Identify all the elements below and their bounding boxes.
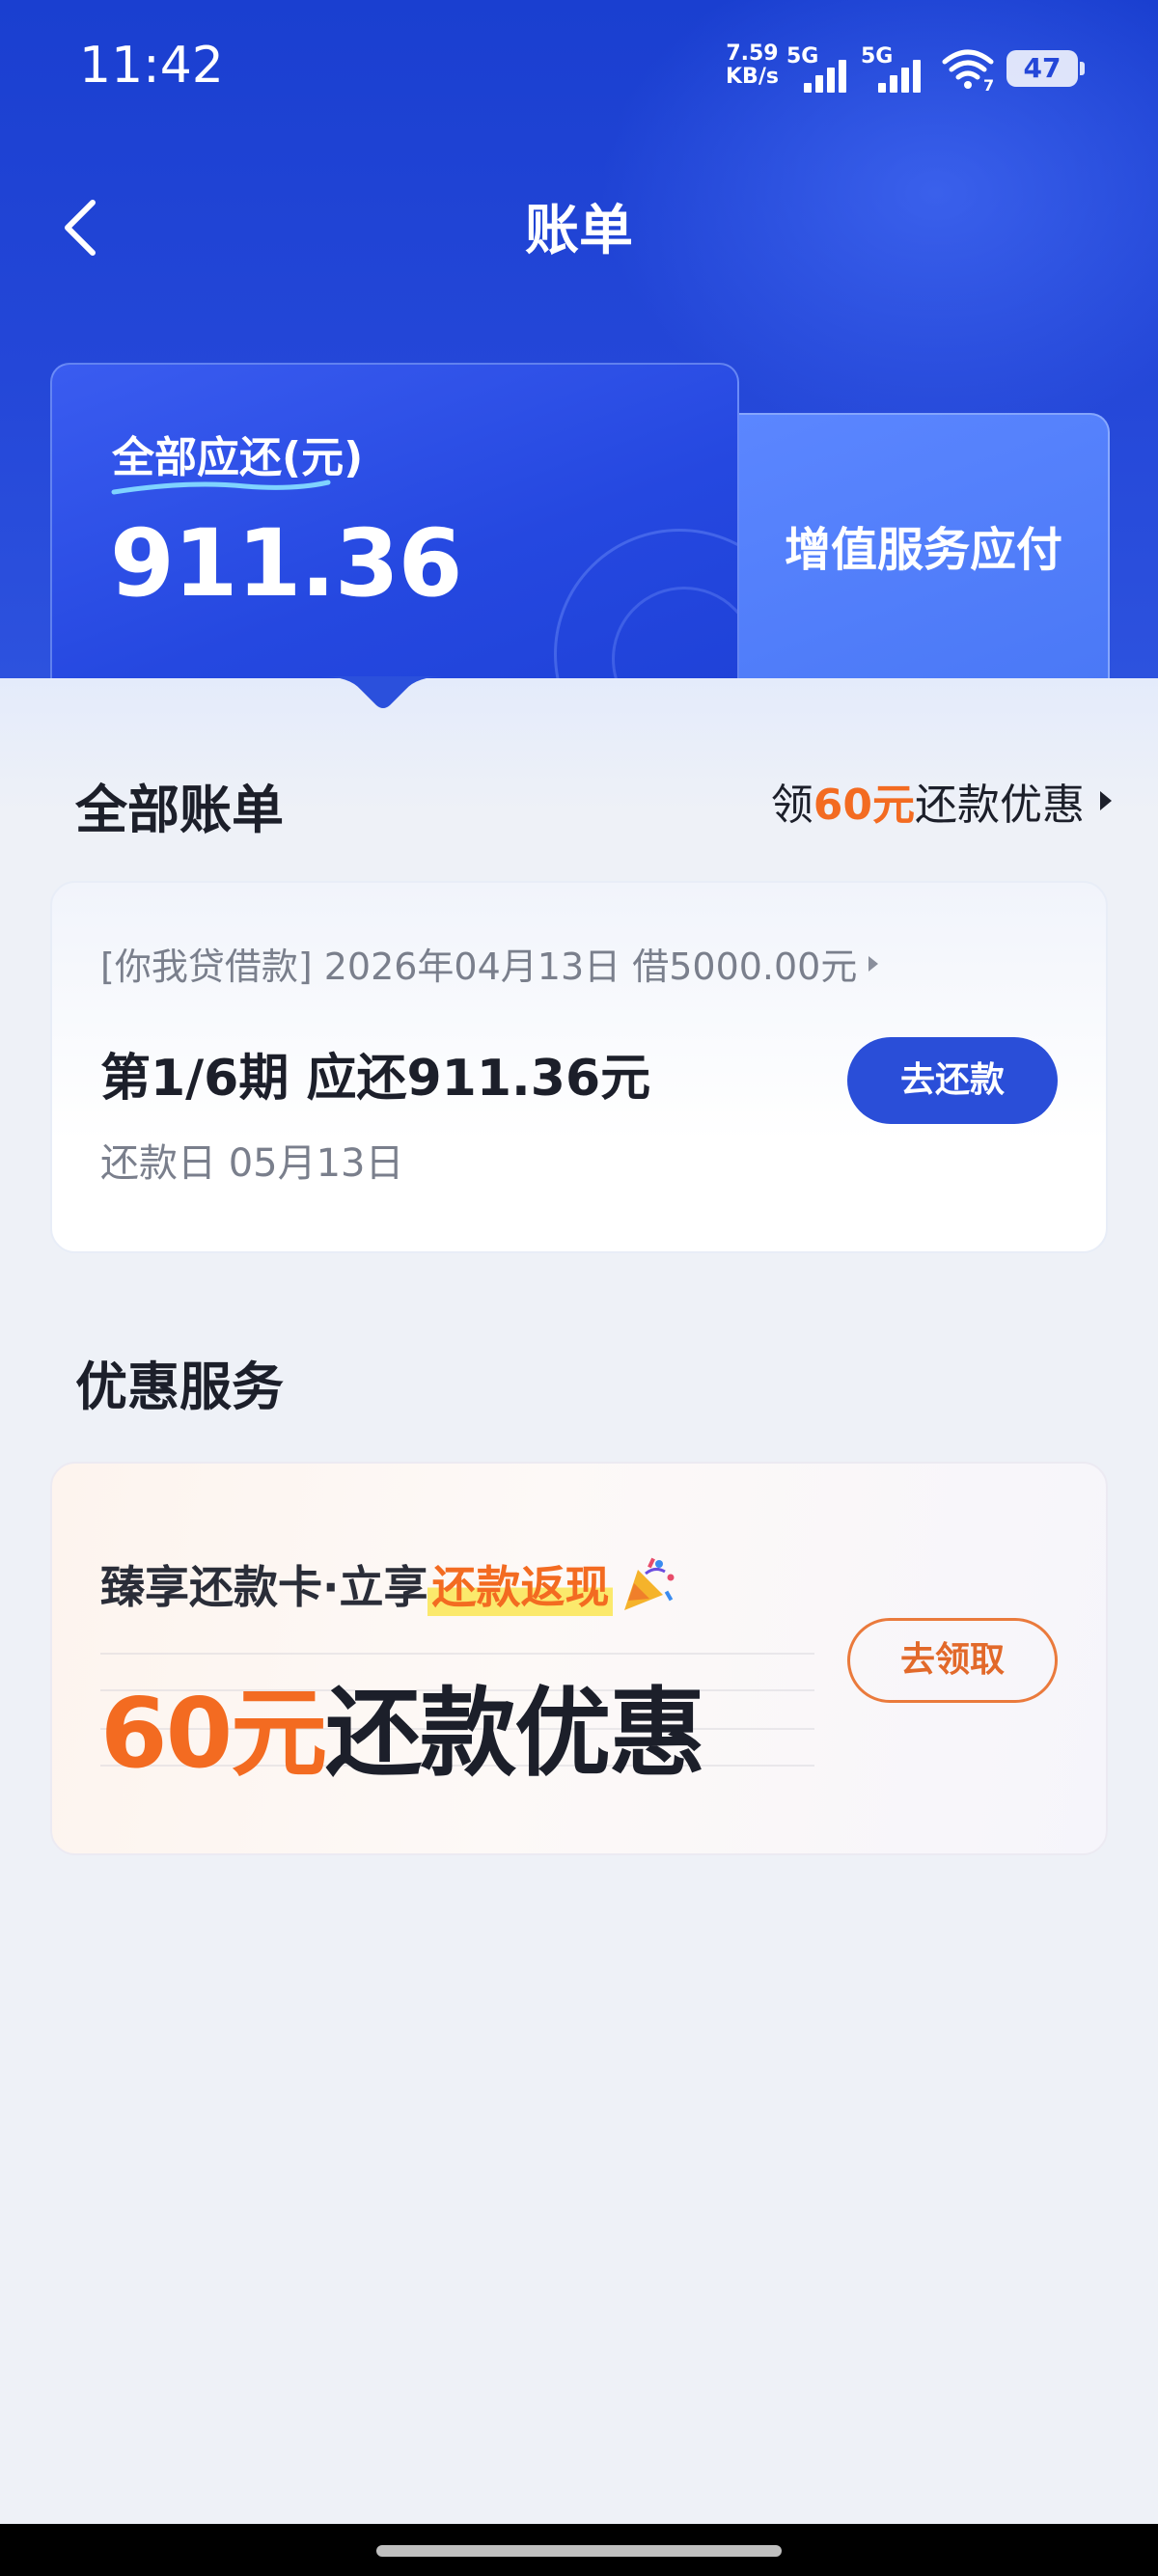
services-title: 优惠服务 <box>75 1357 284 1417</box>
network-speed: 7.59 KB/s <box>726 42 779 89</box>
offer-subtitle-highlight: 还款返现 <box>427 1552 614 1616</box>
offer-headline: 60元还款优惠 <box>100 1655 705 1795</box>
offer-text: 还款优惠 <box>325 1677 705 1790</box>
network-speed-unit: KB/s <box>726 65 779 89</box>
loan-info[interactable]: [你我贷借款] 2026年04月13日 借5000.00元 <box>100 937 879 990</box>
promo-amount: 60元 <box>813 781 915 830</box>
repayment-card-offer[interactable]: 臻享还款卡·立享 还款返现 60元还款优惠 去领取 <box>50 1462 1108 1855</box>
value-added-service-label: 增值服务应付 <box>784 523 1062 577</box>
wifi-icon: 7 <box>942 49 994 91</box>
promo-suffix: 还款优惠 <box>915 781 1085 830</box>
status-time: 11:42 <box>79 37 224 95</box>
total-due-amount: 911.36 <box>110 509 462 617</box>
home-indicator[interactable] <box>376 2545 782 2557</box>
bill-card[interactable]: [你我贷借款] 2026年04月13日 借5000.00元 第1/6期 应还91… <box>50 881 1108 1253</box>
installment-period: 第1/6期 应还911.36元 <box>100 1050 651 1108</box>
offer-amount: 60元 <box>100 1677 327 1790</box>
home-indicator-bar <box>0 2524 1158 2576</box>
content-area: 全部账单 领 60元 还款优惠 [你我贷借款] 2026年04月13日 借500… <box>0 676 1158 2576</box>
battery-icon: 47 <box>1006 50 1085 87</box>
caret-right-icon <box>868 955 879 972</box>
status-bar: 11:42 7.59 KB/s 5G 5G 7 47 <box>0 0 1158 135</box>
page-title: 账单 <box>525 200 633 262</box>
all-bills-title: 全部账单 <box>75 780 284 840</box>
promo-prefix: 领 <box>770 781 813 830</box>
caret-right-icon <box>1100 791 1112 810</box>
party-popper-icon <box>624 1557 675 1610</box>
tab-pointer <box>320 676 446 708</box>
label-underline <box>111 480 331 495</box>
wifi-badge: 7 <box>983 76 994 91</box>
network-speed-value: 7.59 <box>726 41 779 66</box>
promo-link[interactable]: 领 60元 还款优惠 <box>771 770 1112 832</box>
offer-subtitle-prefix: 臻享还款卡·立享 <box>100 1561 428 1613</box>
repay-button[interactable]: 去还款 <box>847 1037 1058 1124</box>
claim-button[interactable]: 去领取 <box>847 1618 1058 1703</box>
total-due-card[interactable]: 全部应还(元) 911.36 <box>50 363 739 678</box>
header-hero: 11:42 7.59 KB/s 5G 5G 7 47 账单 增值服务应付 全部应… <box>0 0 1158 678</box>
due-date: 还款日 05月13日 <box>100 1141 404 1186</box>
loan-info-text: [你我贷借款] 2026年04月13日 借5000.00元 <box>100 945 858 988</box>
offer-subtitle: 臻享还款卡·立享 还款返现 <box>100 1552 680 1616</box>
value-added-service-tab[interactable]: 增值服务应付 <box>737 413 1110 678</box>
